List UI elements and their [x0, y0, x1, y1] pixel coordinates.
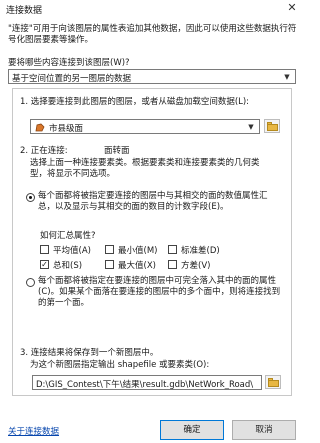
- close-icon[interactable]: ✕: [286, 2, 298, 14]
- max-checkbox[interactable]: [105, 260, 114, 269]
- browse-layer-button[interactable]: [264, 119, 280, 133]
- target-layer-name: 面转面: [104, 146, 130, 156]
- stddev-label: 标准差(D): [181, 246, 220, 256]
- layer-select[interactable]: 市县级面 ▼: [30, 119, 260, 134]
- summarize-radio[interactable]: [26, 193, 35, 202]
- join-type-value: 基于空间位置的另一图层的数据: [12, 74, 132, 84]
- about-join-link[interactable]: 关于连接数据: [8, 425, 59, 437]
- summarize-option-text: 每个面都将被指定要连接的图层中与其相交的面的数值属性汇总，以及显示与其相交的面的…: [38, 191, 268, 212]
- sum-label: 总和(S): [53, 261, 83, 271]
- window-title: 连接数据: [6, 6, 43, 16]
- output-path-value: D:\GIS_Contest\下午\结果\result.gdb\NetWork_…: [36, 380, 254, 390]
- mean-checkbox[interactable]: [40, 245, 49, 254]
- join-type-select[interactable]: 基于空间位置的另一图层的数据 ▼: [8, 69, 296, 84]
- polygon-layer-icon: [35, 123, 45, 132]
- step2-description: 选择上面一种连接要素类。根据要素类和连接要素类的几何类型，将显示不同选项。: [30, 158, 260, 179]
- join-type-prompt: 要将哪些内容连接到该图层(W)?: [8, 58, 130, 68]
- chevron-down-icon: ▼: [248, 123, 254, 131]
- within-radio[interactable]: [26, 278, 35, 287]
- title-bar: [0, 0, 302, 18]
- sum-checkbox[interactable]: ✓: [40, 260, 49, 269]
- ok-button[interactable]: 确定: [160, 420, 224, 440]
- chevron-down-icon: ▼: [284, 73, 290, 81]
- layer-select-value: 市县级面: [49, 124, 84, 134]
- variance-checkbox[interactable]: [168, 260, 177, 269]
- step3-label: 3. 连接结果将保存到一个新图层中。: [20, 348, 159, 358]
- step2-label: 2. 正在连接:: [20, 146, 68, 156]
- stddev-checkbox[interactable]: [168, 245, 177, 254]
- within-option-text: 每个面都将被指定在要连接的图层中可完全落入其中的面的属性(C)。如果某个面落在要…: [38, 276, 281, 308]
- browse-output-button[interactable]: [265, 375, 281, 389]
- mean-label: 平均值(A): [53, 246, 91, 256]
- max-label: 最大值(X): [118, 261, 156, 271]
- output-path-field[interactable]: D:\GIS_Contest\下午\结果\result.gdb\NetWork_…: [32, 375, 262, 390]
- min-label: 最小值(M): [118, 246, 158, 256]
- summary-prompt: 如何汇总属性?: [40, 231, 96, 241]
- variance-label: 方差(V): [181, 261, 211, 271]
- intro-text: "连接"可用于向该图层的属性表追加其他数据，因此可以使用这些数据执行符号化图层要…: [8, 24, 297, 45]
- min-checkbox[interactable]: [105, 245, 114, 254]
- cancel-button[interactable]: 取消: [232, 420, 296, 440]
- step1-label: 1. 选择要连接到此图层的图层，或者从磁盘加载空间数据(L):: [20, 97, 250, 107]
- step3-sublabel: 为这个新图层指定输出 shapefile 或要素类(O):: [30, 360, 210, 370]
- radio-dot: [29, 196, 32, 199]
